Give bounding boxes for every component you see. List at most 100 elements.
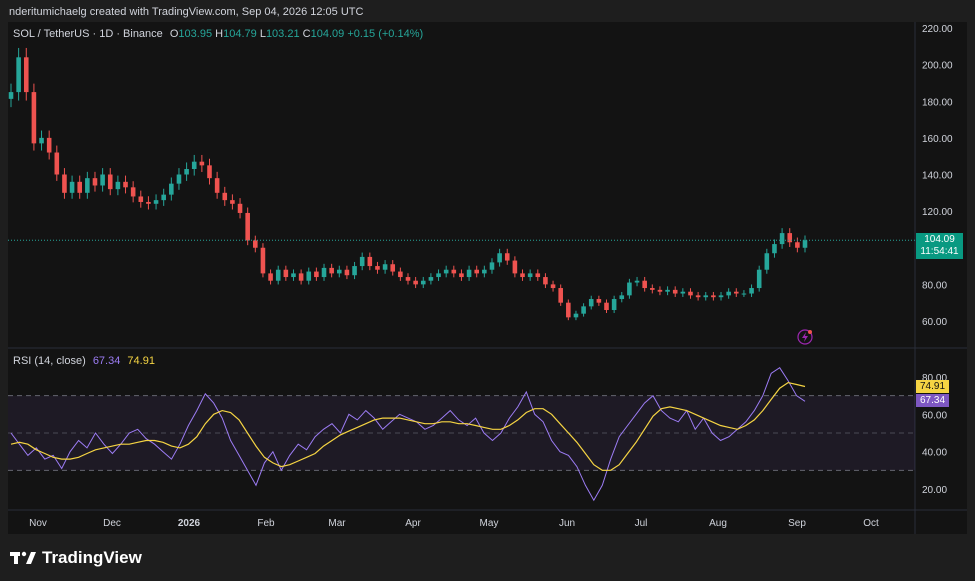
candle-body: [92, 178, 98, 186]
candle-body: [85, 178, 90, 193]
candle-body: [672, 289, 678, 294]
candle-body: [657, 289, 663, 292]
candle-body: [634, 280, 640, 283]
candle-body: [596, 299, 602, 303]
symbol-legend: SOL / TetherUS · 1D · Binance O103.95 H1…: [13, 28, 423, 40]
candle-countdown: 11:54:41: [920, 246, 959, 257]
candle-body: [291, 273, 296, 278]
candle-body: [283, 269, 289, 278]
candle-body: [550, 284, 556, 289]
candle-body: [199, 161, 205, 166]
candle-body: [329, 267, 334, 274]
time-tick-label: Sep: [788, 518, 806, 529]
candle-body: [100, 174, 105, 186]
candle-body: [772, 244, 777, 254]
candle-body: [390, 264, 396, 272]
candle-body: [489, 262, 495, 270]
candle-body: [436, 273, 441, 278]
candle-body: [695, 295, 701, 298]
candle-body: [581, 306, 586, 314]
candle-body: [604, 302, 609, 311]
rsi-ma-value: 74.91: [127, 355, 155, 367]
candle-body: [214, 178, 220, 193]
candle-body: [207, 165, 212, 179]
candle-body: [253, 240, 258, 248]
candle-body: [779, 233, 785, 245]
candle-body: [619, 295, 625, 300]
close-value: 104.09: [310, 28, 345, 40]
candle-body: [54, 152, 60, 175]
rsi-tick-label: 40.00: [922, 448, 947, 459]
candle-body: [321, 267, 327, 278]
time-tick-label: Jul: [635, 518, 648, 529]
symbol-name[interactable]: SOL / TetherUS · 1D · Binance: [13, 28, 163, 40]
candle-body: [756, 269, 762, 289]
time-tick-label: Dec: [103, 518, 121, 529]
candle-body: [588, 299, 594, 307]
candle-body: [130, 187, 136, 197]
brand-name: TradingView: [42, 548, 142, 567]
candle-body: [680, 291, 686, 294]
rsi-ma-tag: 74.91: [916, 380, 949, 393]
candle-body: [107, 174, 113, 190]
credit-text: nderitumichaelg created with TradingView…: [9, 6, 364, 18]
candle-body: [558, 288, 563, 303]
lightning-bolt-icon[interactable]: [797, 329, 813, 345]
candle-body: [703, 295, 709, 298]
high-value: 104.79: [223, 28, 257, 40]
candle-body: [413, 280, 418, 285]
candle-body: [153, 200, 159, 204]
candle-body: [367, 256, 373, 267]
candle-body: [474, 269, 480, 274]
candle-body: [16, 57, 21, 93]
high-label: H: [215, 28, 224, 40]
chart-svg[interactable]: 60.0080.00100.00120.00140.00160.00180.00…: [0, 0, 975, 581]
candle-body: [344, 269, 350, 276]
low-value: 103.21: [265, 28, 300, 40]
candle-body: [650, 288, 655, 290]
price-tick-label: 220.00: [922, 24, 953, 35]
price-tick-label: 180.00: [922, 97, 953, 108]
candle-body: [275, 269, 281, 281]
candle-body: [741, 293, 747, 295]
candle-body: [482, 269, 487, 274]
candle-body: [527, 273, 533, 278]
candle-body: [191, 161, 197, 170]
candle-body: [375, 266, 380, 270]
candle-body: [520, 273, 525, 278]
candle-body: [398, 271, 403, 278]
candle-body: [222, 192, 228, 201]
candle-body: [314, 271, 319, 278]
candle-body: [62, 174, 67, 193]
current-price-tag: 104.09 11:54:41: [916, 233, 963, 259]
candle-body: [787, 233, 793, 243]
candle-body: [573, 313, 579, 318]
tradingview-logo-icon: [10, 551, 36, 564]
candle-body: [260, 247, 266, 274]
candle-body: [39, 137, 44, 144]
price-tick-label: 160.00: [922, 134, 953, 145]
candle-body: [443, 269, 449, 274]
candle-body: [123, 181, 128, 188]
rsi-tick-label: 20.00: [922, 485, 947, 496]
candle-body: [161, 194, 166, 201]
candle-body: [642, 280, 647, 289]
candle-body: [352, 266, 357, 276]
candle-body: [726, 291, 731, 296]
time-tick-label: Oct: [863, 518, 879, 529]
candle-body: [77, 181, 83, 193]
price-tick-label: 140.00: [922, 171, 953, 182]
candle-body: [627, 282, 632, 296]
candle-body: [176, 174, 182, 184]
candle-body: [306, 271, 312, 281]
candle-body: [146, 201, 151, 204]
rsi-legend: RSI (14, close) 67.34 74.91: [13, 355, 155, 367]
candle-body: [245, 212, 250, 241]
candle-body: [69, 181, 75, 193]
brand: TradingView: [10, 548, 142, 568]
rsi-label[interactable]: RSI (14, close): [13, 355, 86, 367]
candle-body: [466, 269, 472, 278]
candle-body: [802, 240, 808, 248]
candle-body: [795, 242, 800, 248]
candle-body: [138, 196, 144, 202]
